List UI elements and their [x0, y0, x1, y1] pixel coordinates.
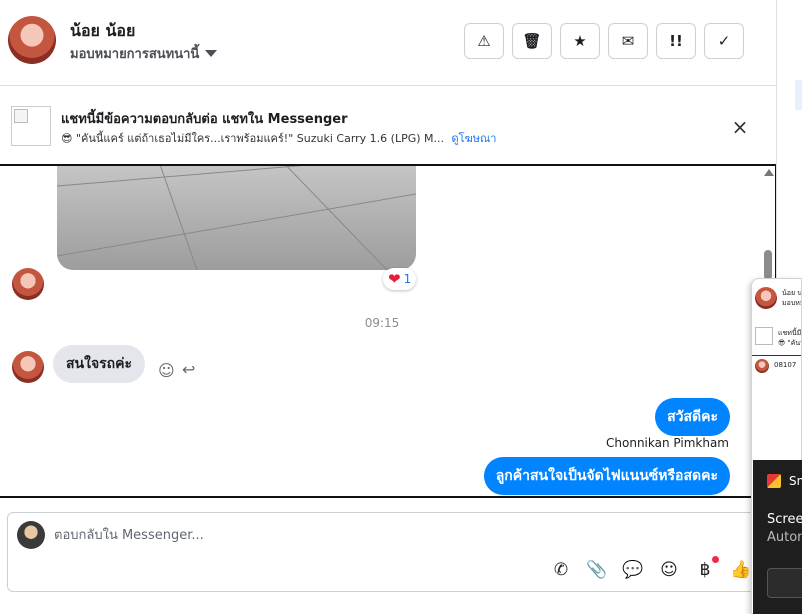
sender-name: Chonnikan Pimkham	[606, 436, 729, 450]
payment-icon[interactable]: ฿	[694, 560, 716, 580]
close-icon[interactable]: ×	[728, 115, 752, 139]
scrollbar-thumb[interactable]	[764, 250, 772, 280]
mark-done-button[interactable]: ✓	[704, 23, 744, 59]
popup-banner: แชทนี้มี 😎 "คันนี้	[778, 328, 802, 348]
notification-action-button[interactable]	[767, 568, 802, 598]
popup-avatar-small	[755, 359, 769, 373]
outgoing-message-bubble[interactable]: ลูกค้าสนใจเป็นจัดไฟแนนซ์หรือสดคะ	[483, 457, 730, 495]
emoji-picker-icon[interactable]: ☺	[658, 560, 680, 580]
contact-avatar-small	[12, 268, 44, 300]
assign-label: มอบหมายการสนทนานี้	[70, 47, 200, 62]
popup-banner-sub: 😎 "คันนี้	[778, 339, 801, 347]
popup-banner-title: แชทนี้มี	[778, 329, 802, 337]
message-composer: ✆ 📎 💬 ☺ ฿ 👍	[7, 512, 776, 592]
popup-number: 08107	[774, 361, 797, 369]
priority-button[interactable]: !!	[656, 23, 696, 59]
conversation-panel: น้อย น้อย มอบหมายการสนทนานี้ ⚠ 🗑 ★ ✉ !! …	[0, 0, 776, 614]
notification-app: Sn	[789, 474, 802, 488]
message-timestamp: 09:15	[364, 316, 400, 330]
outgoing-message-bubble[interactable]: สวัสดีคะ	[655, 398, 730, 436]
delete-button[interactable]: 🗑	[512, 23, 552, 59]
reply-input[interactable]	[54, 525, 654, 545]
ad-reply-banner: แชทนี้มีข้อความตอบกลับต่อ แชทใน Messenge…	[0, 87, 776, 163]
react-emoji-icon[interactable]: ☺	[158, 361, 175, 380]
star-button[interactable]: ★	[560, 23, 600, 59]
check-icon: ✓	[717, 32, 731, 50]
phone-icon[interactable]: ✆	[550, 560, 572, 580]
notification-subtitle: Autom	[767, 530, 802, 545]
banner-subtitle: 😎 "คันนี้แคร์ แต่ถ้าเธอไม่มีใคร...เราพร้…	[61, 129, 496, 147]
snipping-tool-icon	[767, 474, 781, 488]
reaction-count: 1	[403, 272, 412, 286]
message-reaction[interactable]: ❤ 1	[383, 268, 417, 290]
scroll-up-arrow-icon[interactable]	[764, 169, 774, 176]
ad-text: 😎 "คันนี้แคร์ แต่ถ้าเธอไม่มีใคร...เราพร้…	[61, 132, 445, 145]
mark-unread-button[interactable]: ✉	[608, 23, 648, 59]
popup-header: น้อย น มอบหม	[782, 288, 802, 308]
banner-title: แชทนี้มีข้อความตอบกลับต่อ แชทใน Messenge…	[61, 112, 348, 127]
assign-conversation-dropdown[interactable]: มอบหมายการสนทนานี้	[70, 43, 218, 64]
popup-assign: มอบหม	[782, 299, 801, 307]
caret-down-icon	[205, 50, 218, 57]
contact-name: น้อย น้อย	[70, 21, 136, 40]
floor-tiles-photo	[57, 166, 416, 270]
report-spam-button[interactable]: ⚠	[464, 23, 504, 59]
star-icon: ★	[573, 32, 587, 50]
priority-icon: !!	[669, 32, 683, 50]
saved-replies-icon[interactable]: 💬	[622, 560, 644, 580]
contact-avatar-small	[12, 351, 44, 383]
system-notification[interactable]: Sn Screen Autom	[753, 460, 802, 614]
attachment-icon[interactable]: 📎	[586, 560, 608, 580]
reply-arrow-icon[interactable]: ↩	[182, 360, 195, 379]
contact-avatar[interactable]	[8, 16, 56, 64]
popup-row: 08107	[752, 355, 801, 375]
heart-icon: ❤	[388, 270, 401, 288]
photo-attachment[interactable]	[57, 166, 416, 270]
incoming-message-bubble[interactable]: สนใจรถค่ะ	[53, 345, 146, 383]
notification-title: Screen	[767, 512, 802, 527]
trash-icon: 🗑	[522, 32, 542, 50]
popup-avatar	[755, 287, 777, 309]
ad-thumbnail[interactable]	[11, 106, 51, 146]
popup-name: น้อย น	[782, 289, 802, 297]
mark-unread-icon: ✉	[621, 32, 635, 50]
view-ad-link[interactable]: ดูโฆษณา	[452, 132, 497, 145]
sidebar-highlight	[795, 80, 802, 110]
page-avatar	[17, 521, 45, 549]
thumbs-up-icon[interactable]: 👍	[730, 560, 752, 580]
warning-icon: ⚠	[477, 32, 491, 50]
popup-ad-thumbnail	[755, 327, 773, 345]
notification-dot	[712, 556, 719, 563]
conversation-header: น้อย น้อย มอบหมายการสนทนานี้ ⚠ 🗑 ★ ✉ !! …	[0, 0, 776, 86]
message-thread[interactable]: ❤ 1 09:15 สนใจรถค่ะ ☺ ↩ สวัสดีคะ Chonnik…	[0, 164, 776, 498]
